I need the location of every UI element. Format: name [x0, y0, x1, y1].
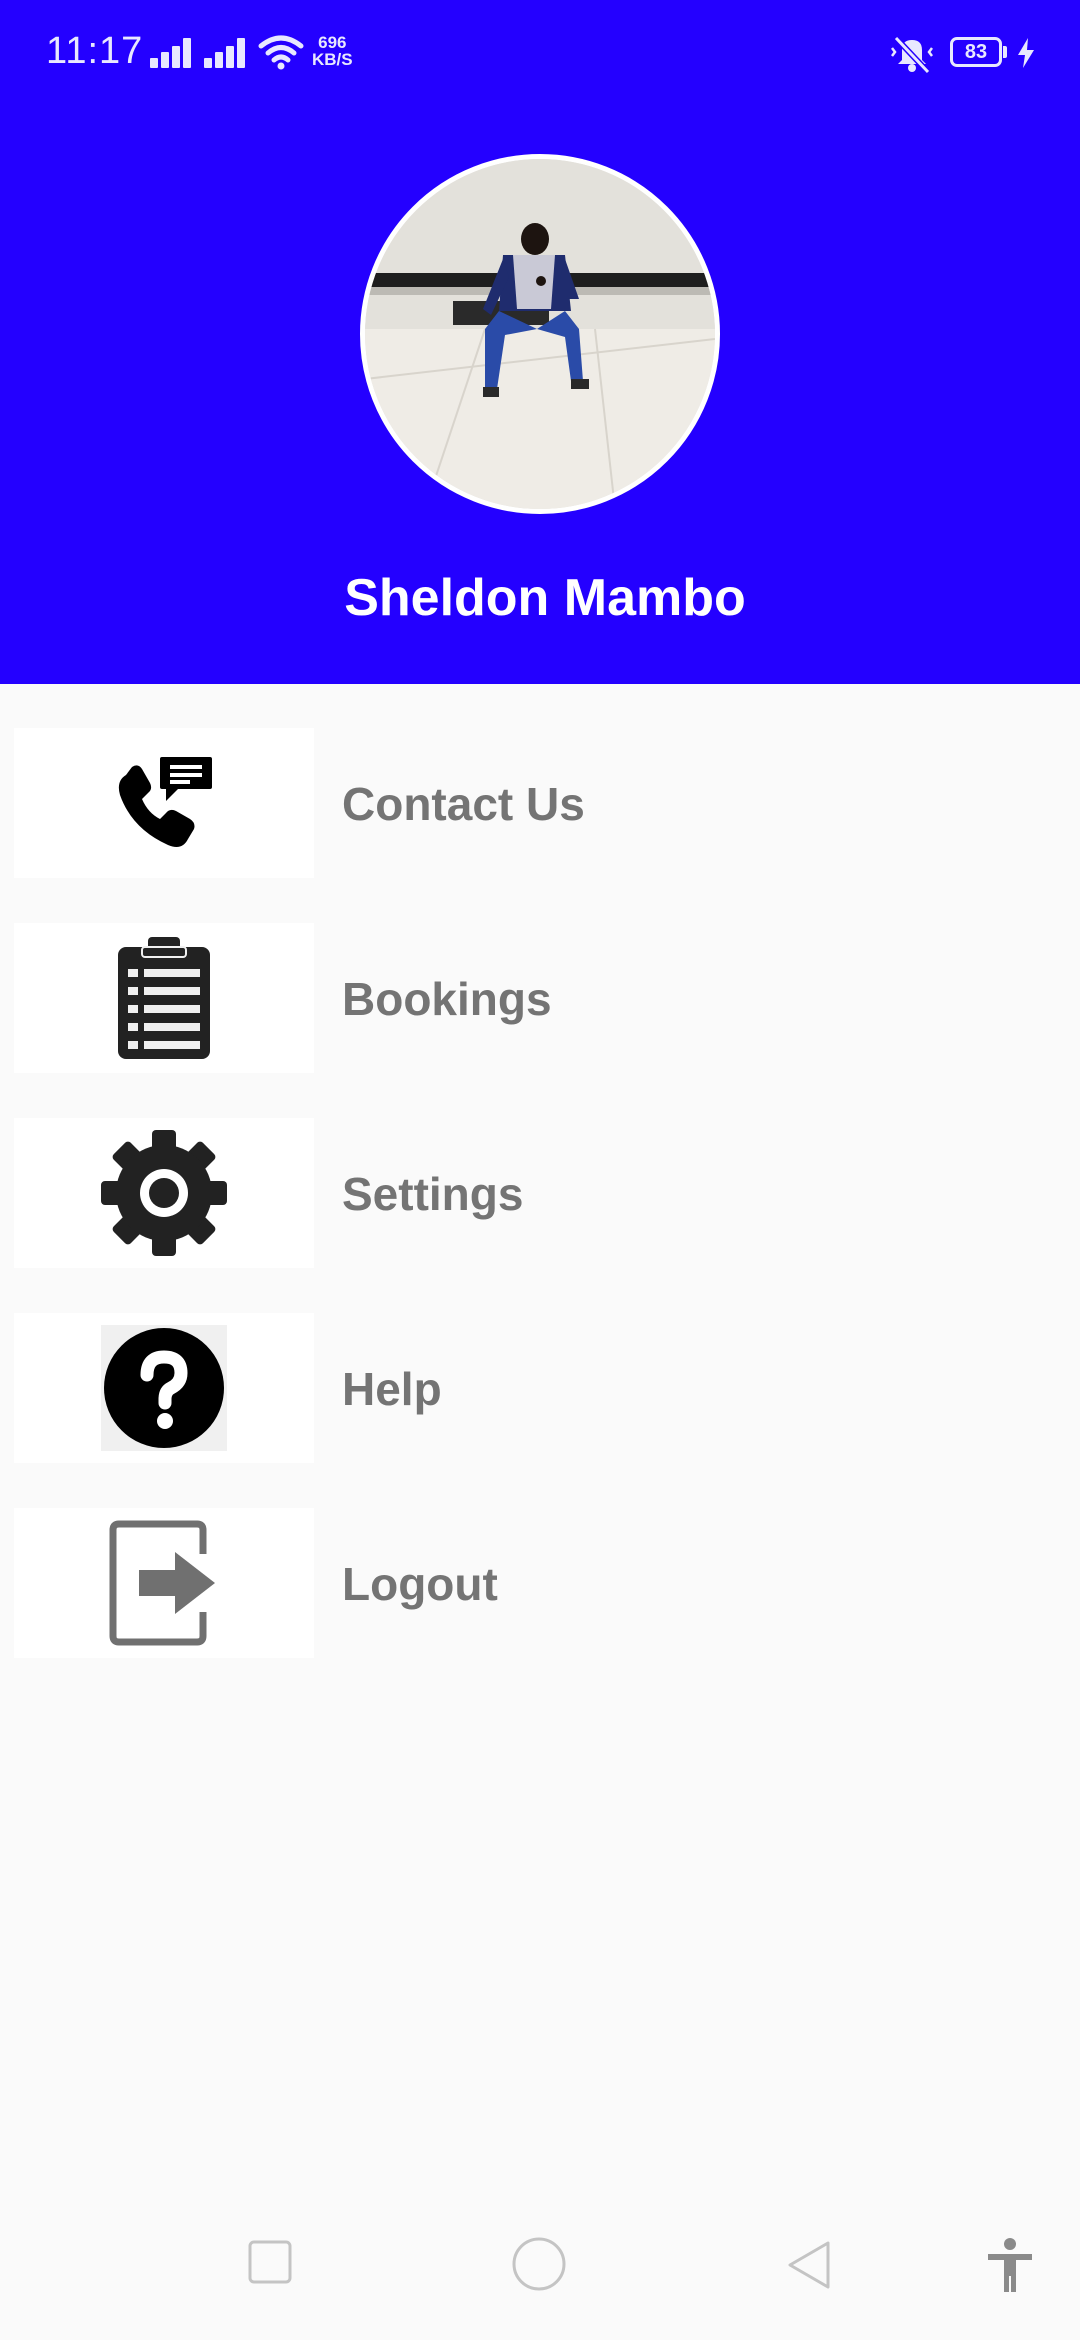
network-speed-value: 696 [318, 33, 347, 52]
status-time: 11:17 [46, 30, 144, 72]
menu-item-label: Contact Us [342, 778, 585, 830]
menu-icon-box [14, 728, 314, 878]
menu-icon-box [14, 923, 314, 1073]
menu-item-label: Bookings [342, 973, 552, 1025]
signal-strength-icon [150, 38, 196, 68]
accessibility-icon[interactable] [986, 2238, 1034, 2294]
menu-icon-box [14, 1508, 314, 1658]
vibrate-mute-icon [891, 35, 933, 74]
menu-icon-box [14, 1313, 314, 1463]
menu-item-logout[interactable]: Logout [0, 1464, 1080, 1658]
profile-name: Sheldon Mambo [344, 569, 746, 627]
wifi-icon [258, 35, 304, 70]
menu-item-bookings[interactable]: Bookings [0, 879, 1080, 1073]
clipboard-list-icon [118, 937, 210, 1059]
battery-indicator: 83 [950, 37, 1002, 67]
home-button[interactable] [511, 2236, 567, 2292]
battery-nub [1003, 46, 1007, 58]
status-bar: 11:17 696 KB/S 83 [0, 0, 1080, 110]
menu-item-help[interactable]: Help [0, 1269, 1080, 1463]
logout-arrow-icon [109, 1520, 215, 1646]
recent-apps-button[interactable] [248, 2240, 292, 2284]
back-button[interactable] [786, 2240, 832, 2290]
menu-item-settings[interactable]: Settings [0, 1074, 1080, 1268]
battery-level: 83 [964, 41, 988, 63]
menu-item-label: Help [342, 1363, 442, 1415]
menu-icon-box [14, 1118, 314, 1268]
profile-header: 11:17 696 KB/S 83 Sheldon Mambo [0, 0, 1080, 684]
system-navigation-bar [0, 2200, 1080, 2340]
avatar[interactable] [360, 154, 720, 514]
network-speed: 696 KB/S [312, 34, 353, 68]
menu-item-label: Logout [342, 1558, 498, 1610]
phone-message-icon [118, 757, 212, 847]
charging-bolt-icon [1018, 38, 1034, 68]
menu-item-label: Settings [342, 1168, 524, 1220]
gear-icon [101, 1130, 227, 1256]
network-speed-unit: KB/S [312, 50, 353, 69]
profile-photo-image [365, 159, 715, 509]
question-circle-icon [101, 1325, 227, 1451]
menu-item-contact-us[interactable]: Contact Us [0, 684, 1080, 878]
signal-strength-icon [204, 38, 250, 68]
